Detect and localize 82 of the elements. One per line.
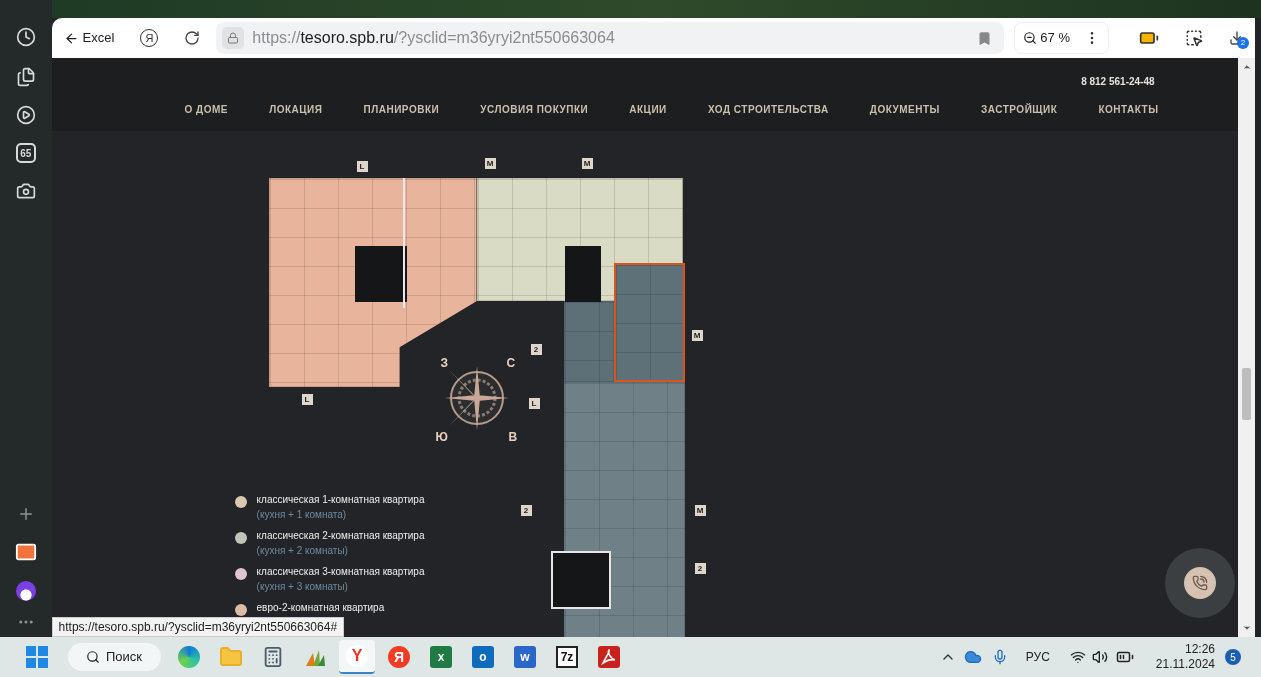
play-icon[interactable] bbox=[15, 105, 36, 125]
app-icon: w bbox=[514, 646, 536, 668]
taskbar-app[interactable]: o bbox=[465, 640, 501, 674]
app-icon: o bbox=[472, 646, 494, 668]
start-icon[interactable] bbox=[26, 646, 48, 668]
section-marker: M bbox=[691, 330, 703, 341]
section-marker: 2 bbox=[520, 505, 532, 516]
phone-icon bbox=[1191, 575, 1208, 591]
taskbar-app[interactable]: x bbox=[423, 640, 459, 674]
search-field[interactable]: Поиск bbox=[68, 643, 161, 671]
section-marker: M bbox=[484, 158, 496, 169]
compass-letter: С bbox=[506, 355, 516, 372]
section-marker: L bbox=[301, 394, 313, 405]
legend-subtitle: (кухня + 1 комната) bbox=[256, 509, 348, 521]
legend-subtitle: (кухня + 2 комнаты) bbox=[256, 545, 349, 557]
back-icon bbox=[63, 30, 79, 46]
nav-link[interactable]: УСЛОВИЯ ПОКУПКИ bbox=[480, 102, 589, 117]
legend-title: классическая 2-комнатная квартира bbox=[256, 530, 425, 542]
section-marker: 2 bbox=[694, 563, 706, 574]
volume-icon[interactable] bbox=[1091, 649, 1108, 665]
nav-link[interactable]: О ДОМЕ bbox=[184, 102, 229, 117]
nav-link[interactable]: ХОД СТРОИТЕЛЬСТВА bbox=[707, 102, 829, 117]
clock[interactable]: 12:26 21.11.2024 bbox=[1155, 642, 1215, 672]
taskbar-app[interactable]: Y bbox=[339, 640, 375, 674]
legend-title: классическая 3-комнатная квартира bbox=[256, 566, 425, 578]
phone-number[interactable]: 8 812 561-24-48 bbox=[1081, 74, 1155, 89]
scroll-up-icon[interactable] bbox=[1241, 62, 1252, 72]
section-marker: 2 bbox=[530, 344, 542, 355]
taskbar-app[interactable]: 7z bbox=[549, 640, 585, 674]
scroll-thumb[interactable] bbox=[1242, 368, 1251, 420]
clock-time: 12:26 bbox=[1184, 642, 1215, 657]
nav-link[interactable]: ДОКУМЕНТЫ bbox=[869, 102, 940, 117]
compass-letter: В bbox=[508, 429, 518, 446]
nav-link[interactable]: КОНТАКТЫ bbox=[1098, 102, 1159, 117]
section-marker: M bbox=[694, 505, 706, 516]
assistant-icon[interactable] bbox=[15, 581, 36, 601]
stairwell bbox=[564, 246, 601, 302]
taskbar-app[interactable]: Я bbox=[381, 640, 417, 674]
section-marker: M bbox=[581, 158, 593, 169]
compass-letter: З bbox=[440, 355, 449, 372]
section-marker: L bbox=[356, 161, 368, 172]
lock-icon bbox=[227, 32, 240, 44]
app-icon: Я bbox=[388, 646, 410, 668]
screenshot-icon[interactable] bbox=[15, 181, 36, 201]
wifi-icon[interactable] bbox=[1069, 649, 1086, 665]
legend-title: классическая 1-комнатная квартира bbox=[256, 494, 425, 506]
stairwell bbox=[550, 551, 611, 609]
history-icon[interactable] bbox=[15, 27, 36, 47]
bookmark-icon[interactable] bbox=[977, 30, 993, 46]
nav-link[interactable]: ПЛАНИРОВКИ bbox=[363, 102, 440, 117]
cloud-icon[interactable] bbox=[963, 648, 982, 666]
nav-link[interactable]: ЛОКАЦИЯ bbox=[269, 102, 323, 117]
counter-badge[interactable]: 65 bbox=[15, 143, 36, 163]
nav-link[interactable]: АКЦИИ bbox=[629, 102, 667, 117]
downloads-badge: 2 bbox=[1237, 37, 1249, 49]
clock-date: 21.11.2024 bbox=[1155, 657, 1215, 672]
pdf-icon bbox=[598, 646, 620, 668]
browser-icon bbox=[178, 646, 200, 668]
url-text: https://tesoro.spb.ru/?ysclid=m36yryi2nt550663064 bbox=[252, 28, 615, 48]
zoom-out-icon bbox=[1023, 31, 1038, 45]
stairwell bbox=[354, 246, 407, 302]
compass-letter: Ю bbox=[435, 429, 448, 446]
app-icon: x bbox=[430, 646, 452, 668]
section-marker: L bbox=[528, 398, 540, 409]
legend-subtitle: (кухня + 3 комнаты) bbox=[256, 581, 349, 593]
nav-link[interactable]: ЗАСТРОЙЩИК bbox=[981, 102, 1058, 117]
language-indicator[interactable]: РУС bbox=[1025, 648, 1050, 666]
legend-title: евро-2-комнатная квартира bbox=[256, 602, 385, 614]
address-bar[interactable]: https://tesoro.spb.ru/?ysclid=m36yryi2nt550663064 bbox=[216, 22, 1005, 54]
notification-badge[interactable]: 5 bbox=[1225, 649, 1241, 665]
app-icon: Y bbox=[346, 645, 368, 667]
folder-icon bbox=[219, 645, 243, 669]
search-icon bbox=[86, 650, 100, 664]
app-icon: 7z bbox=[556, 646, 578, 668]
scroll-down-icon[interactable] bbox=[1241, 623, 1252, 633]
reload-icon[interactable] bbox=[184, 30, 201, 46]
back-button[interactable]: Excel bbox=[63, 28, 115, 48]
calculator-icon bbox=[262, 646, 284, 668]
extension-icon[interactable] bbox=[1185, 29, 1203, 47]
taskbar-app[interactable]: w bbox=[507, 640, 543, 674]
link-preview: https://tesoro.spb.ru/?ysclid=m36yryi2nt550663064# bbox=[51, 617, 345, 637]
tabs-icon[interactable] bbox=[15, 67, 36, 87]
